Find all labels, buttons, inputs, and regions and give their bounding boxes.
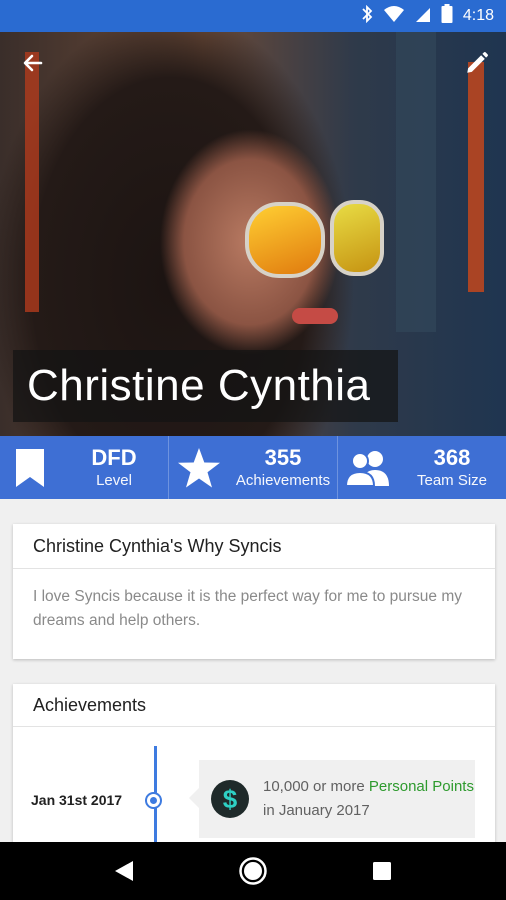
stat-value: 368 bbox=[433, 444, 471, 470]
circle-home-icon bbox=[239, 857, 267, 885]
nav-home-button[interactable] bbox=[233, 851, 273, 891]
achievement-text: 10,000 or more Personal Points in Januar… bbox=[263, 775, 475, 823]
sunglasses-lens bbox=[330, 200, 384, 276]
pencil-icon bbox=[467, 51, 489, 73]
why-card-body: I love Syncis because it is the perfect … bbox=[33, 588, 463, 629]
stat-label: Achievements bbox=[235, 471, 331, 489]
battery-icon bbox=[441, 3, 453, 29]
signal-icon bbox=[415, 5, 431, 28]
achievement-highlight: Personal Points bbox=[368, 778, 474, 795]
nav-back-button[interactable] bbox=[104, 851, 144, 891]
sunglasses-lens bbox=[245, 202, 325, 278]
stat-value: DFD bbox=[91, 444, 137, 470]
stat-label: Level bbox=[96, 471, 132, 489]
nav-recents-button[interactable] bbox=[362, 851, 402, 891]
profile-name: Christine Cynthia bbox=[13, 350, 398, 422]
bookmark-icon bbox=[16, 448, 44, 487]
achievements-card-title: Achievements bbox=[13, 684, 495, 727]
system-nav-bar bbox=[0, 842, 506, 900]
star-icon bbox=[178, 447, 220, 487]
bluetooth-icon bbox=[361, 4, 373, 28]
stat-label: Team Size bbox=[416, 471, 488, 489]
background-shape bbox=[396, 32, 436, 332]
stat-achievements[interactable]: 355 Achievements bbox=[168, 436, 337, 499]
square-recents-icon bbox=[372, 862, 391, 880]
background-shape bbox=[468, 62, 484, 292]
arrow-left-icon bbox=[23, 54, 43, 72]
face-detail bbox=[292, 308, 338, 324]
stat-value: 355 bbox=[264, 444, 302, 470]
why-card: Christine Cynthia's Why Syncis I love Sy… bbox=[13, 524, 495, 659]
stat-team-size[interactable]: 368 Team Size bbox=[337, 436, 506, 499]
dollar-icon: $ bbox=[211, 780, 249, 818]
achievements-card: Achievements Jan 31st 2017 $ 10,000 or m… bbox=[13, 684, 495, 854]
achievement-item[interactable]: $ 10,000 or more Personal Points in Janu… bbox=[189, 760, 475, 838]
status-time: 4:18 bbox=[462, 7, 494, 24]
back-button[interactable] bbox=[18, 48, 48, 78]
people-icon bbox=[345, 450, 389, 487]
edit-button[interactable] bbox=[462, 48, 492, 78]
triangle-back-icon bbox=[115, 861, 134, 881]
achievement-text-before: 10,000 or more bbox=[263, 778, 369, 795]
background-shape bbox=[25, 52, 39, 312]
why-card-title: Christine Cynthia's Why Syncis bbox=[13, 524, 495, 569]
timeline-dot bbox=[145, 792, 162, 809]
stats-bar: DFD Level 355 Achievements 368 Team Size bbox=[0, 436, 506, 499]
status-bar: 4:18 bbox=[0, 0, 506, 32]
stat-level[interactable]: DFD Level bbox=[0, 436, 168, 499]
wifi-icon bbox=[383, 5, 405, 28]
achievement-text-after: in January 2017 bbox=[263, 802, 370, 819]
achievement-date: Jan 31st 2017 bbox=[31, 792, 123, 808]
